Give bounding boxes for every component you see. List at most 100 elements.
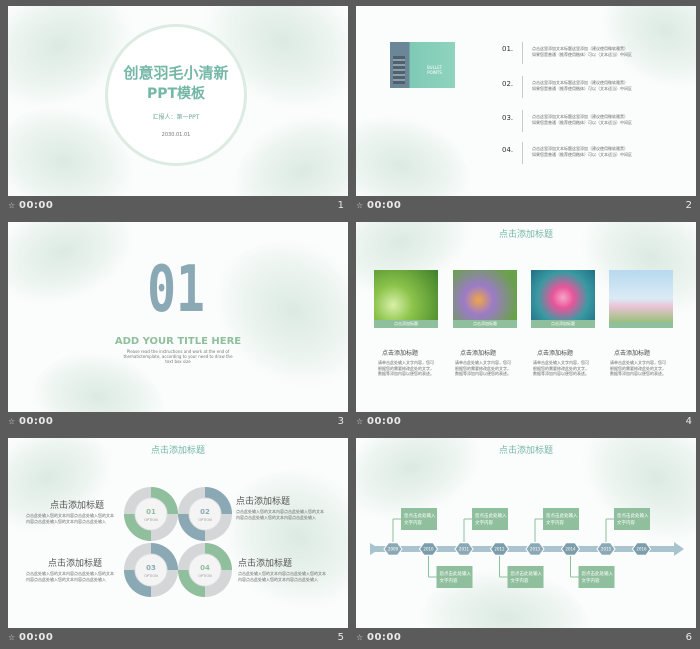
slide-3-canvas[interactable]: 01 ADD YOUR TITLE HERE Please read the i… <box>8 222 348 412</box>
play-icon: ☆ <box>8 201 16 210</box>
item-text: 点击这里添加文本标题这里添加（建议使用微软雅黑） 如果您是普通（推荐使用楷体）可以… <box>532 80 632 91</box>
timeline-box-line: 您点击此处输入 <box>475 512 507 519</box>
photo-caption: 点击添加标题 <box>374 320 438 328</box>
slide-number: 2 <box>685 200 692 211</box>
timeline: 2009 2010 2011 2012 2013 2014 2015 2016 您点击此处输入… <box>370 508 684 588</box>
lotus-photo <box>531 270 595 320</box>
card-line: 数据等添加内容以便您的表述。 <box>533 371 589 376</box>
timeline-box-line: 您点击此处输入 <box>546 512 578 519</box>
block-text: 点击此处输入您的文本内容点击此处输入您的文本 内容点击此处输入您的文本内容点击此处… <box>236 509 324 520</box>
card-text: 请单击此处输入文字内容，您可 根据您的需要修改此处的文字， 数据等添加内容以便您的表… <box>533 360 589 377</box>
item-line: 如果您是普通（推荐使用楷体）可以（文本适当）中间区 <box>532 85 632 91</box>
card-line: 数据等添加内容以便您的表述。 <box>378 371 434 376</box>
block-heading: 点击添加标题 <box>238 559 293 569</box>
timeline-node: 2014 <box>560 542 581 556</box>
card-heading: 点击添加标题 <box>460 350 497 357</box>
slide-duration: 00:00 <box>367 632 402 643</box>
slide-duration: 00:00 <box>367 200 402 211</box>
item-number: 04. <box>502 146 514 154</box>
timeline-box-line: 您点击此处输入 <box>582 570 614 577</box>
slide-thumb-4[interactable]: 点击添加标题 点击添加标题 点击添加标题 点击添加标题 点击添加标题 请单击此处… <box>356 222 696 433</box>
photo-caption: 点击添加标题 <box>453 320 517 328</box>
timeline-box <box>401 508 437 530</box>
block-heading: 点击添加标题 <box>48 559 103 569</box>
slide-4-canvas[interactable]: 点击添加标题 点击添加标题 点击添加标题 点击添加标题 点击添加标题 请单击此处… <box>356 222 696 412</box>
timeline-node: 2010 <box>418 542 439 556</box>
timeline-box <box>578 566 615 588</box>
slide-duration: 00:00 <box>19 200 54 211</box>
slide-thumb-6[interactable]: 点击添加标题 2009 2010 2011 2012 2013 2014 2015 2016 … <box>356 438 696 649</box>
timeline-node: 2015 <box>596 542 616 556</box>
timeline-box <box>472 508 508 530</box>
section-number: 01 <box>147 253 205 327</box>
block-line: 内容点击此处输入您的文本内容点击此处输入 <box>26 576 106 582</box>
timeline-box-line: 您点击此处输入 <box>511 570 543 577</box>
block-line: 点击此处输入您的文本内容点击此处输入您的文本 <box>236 509 324 514</box>
block-line: 内容点击此处输入您的文本内容点击此处输入 <box>26 518 106 524</box>
slide-5-meta: ☆ 00:00 5 <box>8 630 348 648</box>
option-label: OPTION <box>198 518 212 522</box>
timeline-year: 2015 <box>601 547 612 552</box>
timeline-arrow-right <box>674 542 684 556</box>
timeline-box <box>507 566 544 588</box>
card-text: 请单击此处输入文字内容，您可 根据您的需要修改此处的文字， 数据等添加内容以便您的表… <box>610 360 666 377</box>
cover-title-line2: PPT模板 <box>146 86 206 102</box>
feather-bg <box>182 222 348 412</box>
cover-title-line1: 创意羽毛小清新 <box>123 64 229 82</box>
slide-thumb-1[interactable]: 创意羽毛小清新 PPT模板 汇报人：第一PPT 2030.01.01 ☆ 00:… <box>8 6 348 217</box>
play-icon: ☆ <box>356 633 364 642</box>
blossom-photo <box>609 270 673 322</box>
card-heading: 点击添加标题 <box>382 350 419 357</box>
slide-thumb-2[interactable]: BULLET POINTS 01. 点击这里添加文本标题这里添加（建议使用微软雅… <box>356 6 696 217</box>
play-icon: ☆ <box>356 417 364 426</box>
slide-duration: 00:00 <box>19 632 54 643</box>
slide-title: 点击添加标题 <box>150 446 205 456</box>
timeline-box <box>614 508 650 530</box>
section-heading: ADD YOUR TITLE HERE <box>114 336 242 347</box>
option-number: 02 <box>200 508 210 516</box>
timeline-box-line: 文字内容 <box>475 519 493 526</box>
play-icon: ☆ <box>8 417 16 426</box>
card-heading: 点击添加标题 <box>614 350 651 357</box>
timeline-box-line: 文字内容 <box>440 577 458 584</box>
card-line: 请单击此处输入文字内容，您可 <box>378 360 434 365</box>
cover-label: BULLET POINTS <box>426 65 443 75</box>
flower-photo <box>453 270 517 320</box>
slide-thumb-5[interactable]: 点击添加标题 点击添加标题 点击此处输入您的文本内容点击此处输入您的文本 内容点击… <box>8 438 348 649</box>
timeline-box-line: 文字内容 <box>582 577 600 584</box>
block-line: 点击此处输入您的文本内容点击此处输入您的文本 <box>26 571 114 576</box>
item-line: 点击这里添加文本标题这里添加（建议使用微软雅黑） <box>532 80 628 85</box>
slide-title: 点击添加标题 <box>498 230 553 240</box>
item-text: 点击这里添加文本标题这里添加（建议使用微软雅黑） 如果您是普通（推荐使用楷体）可以… <box>532 146 632 157</box>
feather-bg <box>577 6 696 114</box>
option-label: OPTION <box>144 574 158 578</box>
timeline-node: 2016 <box>631 542 652 556</box>
slide-number: 5 <box>337 632 344 643</box>
timeline-node: 2011 <box>454 542 474 556</box>
option-number: 04 <box>200 564 210 572</box>
slide-3-meta: ☆ 00:00 3 <box>8 414 348 432</box>
timeline-node: 2009 <box>383 542 403 556</box>
timeline-box <box>436 566 473 588</box>
timeline-year: 2011 <box>459 547 470 552</box>
subtitle-line: text box size <box>165 359 191 364</box>
slide-thumb-3[interactable]: 01 ADD YOUR TITLE HERE Please read the i… <box>8 222 348 433</box>
item-number: 01. <box>502 45 514 53</box>
timeline-year: 2014 <box>565 547 576 552</box>
cycle-diagram: 01 OPTION 02 OPTION 03 OPTION 04 OPTION <box>124 487 232 597</box>
play-icon: ☆ <box>8 633 16 642</box>
card-heading: 点击添加标题 <box>537 350 574 357</box>
slide-5-canvas[interactable]: 点击添加标题 点击添加标题 点击此处输入您的文本内容点击此处输入您的文本 内容点击… <box>8 438 348 628</box>
item-line: 如果您是普通（推荐使用楷体）可以（文本适当）中间区 <box>532 151 632 157</box>
feather-bg <box>8 222 151 325</box>
divider <box>522 42 523 64</box>
slide-2-canvas[interactable]: BULLET POINTS 01. 点击这里添加文本标题这里添加（建议使用微软雅… <box>356 6 696 196</box>
timeline-year: 2009 <box>388 547 399 552</box>
slide-6-canvas[interactable]: 点击添加标题 2009 2010 2011 2012 2013 2014 2015 2016 … <box>356 438 696 628</box>
card-text: 请单击此处输入文字内容，您可 根据您的需要修改此处的文字， 数据等添加内容以便您的表… <box>378 360 434 377</box>
option-label: OPTION <box>144 518 158 522</box>
slide-1-canvas[interactable]: 创意羽毛小清新 PPT模板 汇报人：第一PPT 2030.01.01 <box>8 6 348 196</box>
block-text: 点击此处输入您的文本内容点击此处输入您的文本 内容点击此处输入您的文本内容点击此处… <box>238 571 326 582</box>
section-subtitle: Please read the instructions and work at… <box>8 349 348 364</box>
timeline-node: 2012 <box>489 542 510 556</box>
